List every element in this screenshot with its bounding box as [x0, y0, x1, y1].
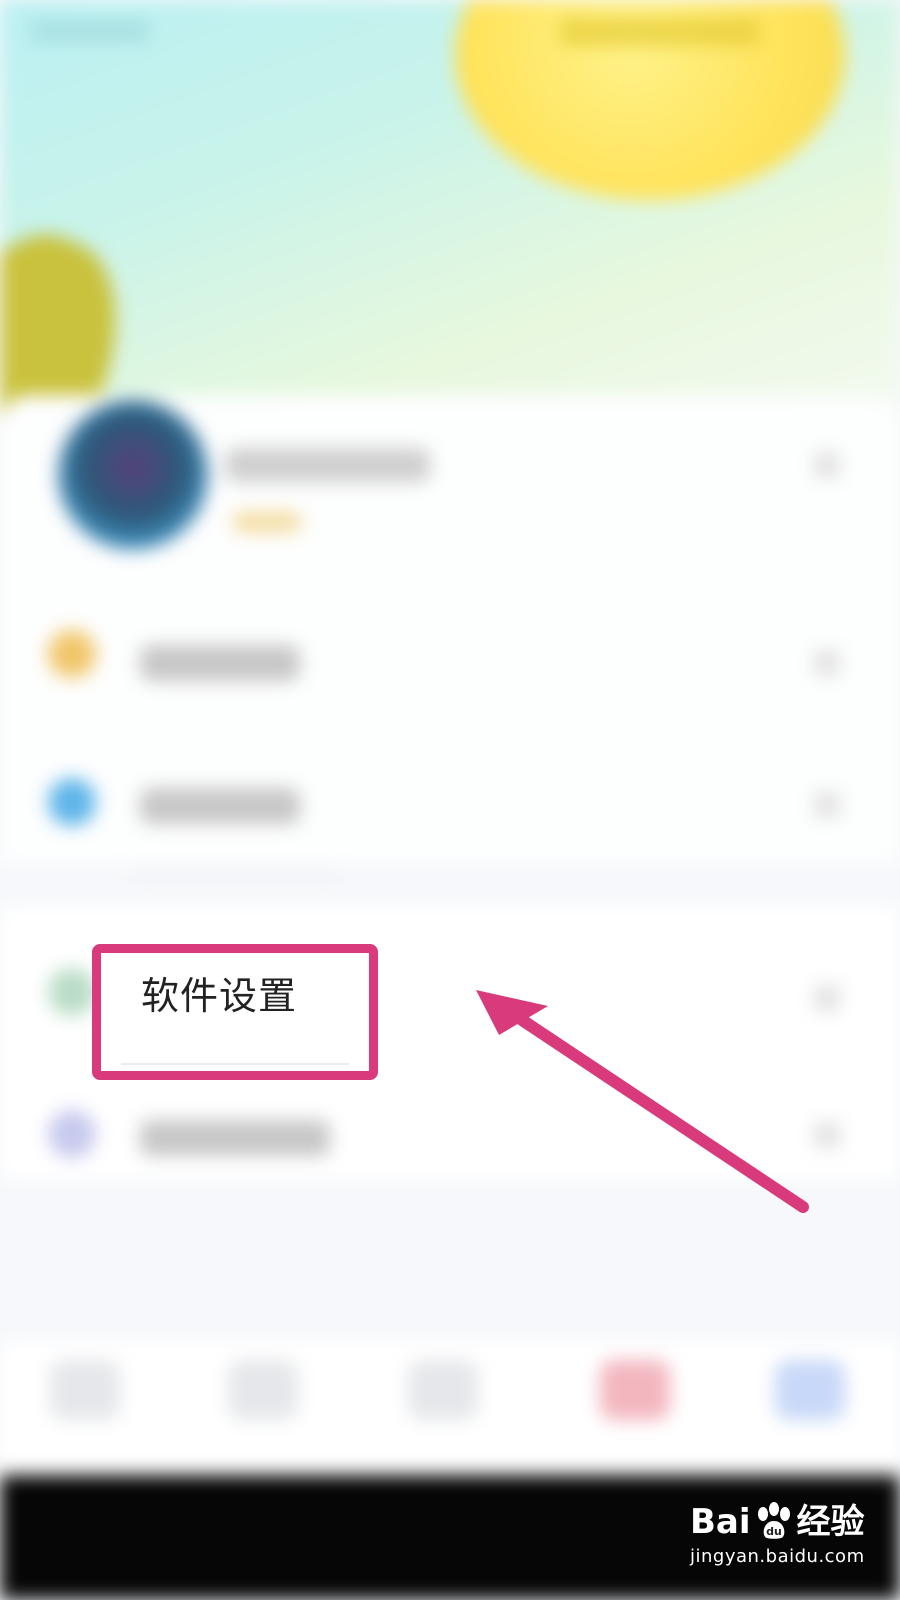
status-bar-blurred [30, 20, 150, 42]
tab-2-icon[interactable] [228, 1360, 298, 1420]
header-button-blurred[interactable] [560, 18, 760, 46]
chevron-right-icon [814, 1122, 840, 1148]
svg-text:du: du [766, 1525, 782, 1538]
menu-item-4-blurred[interactable] [140, 1120, 330, 1156]
watermark-brand-suffix: 经验 [796, 1502, 865, 1542]
watermark-brand: Bai [690, 1502, 751, 1542]
chevron-right-icon [814, 452, 840, 478]
settings-icon [48, 968, 96, 1016]
avatar[interactable] [58, 400, 208, 550]
watermark-url: jingyan.baidu.com [690, 1546, 865, 1567]
chevron-right-icon [814, 650, 840, 676]
username-blurred [225, 448, 430, 482]
paw-icon: du [757, 1502, 790, 1539]
tab-profile-icon[interactable] [775, 1360, 845, 1420]
baidu-jingyan-watermark: Bai du 经验 jingyan.baidu.com [690, 1502, 890, 1592]
divider [130, 872, 340, 874]
level-badge-blurred [232, 512, 302, 532]
share-icon [48, 1110, 96, 1158]
menu-icon-1 [48, 630, 96, 678]
tab-3-icon[interactable] [408, 1360, 478, 1420]
blurred-background [0, 0, 900, 1600]
menu-icon-2 [48, 778, 96, 826]
menu-item-1-blurred[interactable] [140, 645, 300, 681]
item-divider [121, 1063, 349, 1065]
menu-item-2-blurred[interactable] [140, 788, 300, 824]
chevron-right-icon [814, 985, 840, 1011]
tab-home-icon[interactable] [50, 1360, 120, 1420]
chevron-right-icon [814, 792, 840, 818]
tab-4-icon[interactable] [600, 1360, 670, 1420]
software-settings-label: 软件设置 [141, 974, 298, 1018]
